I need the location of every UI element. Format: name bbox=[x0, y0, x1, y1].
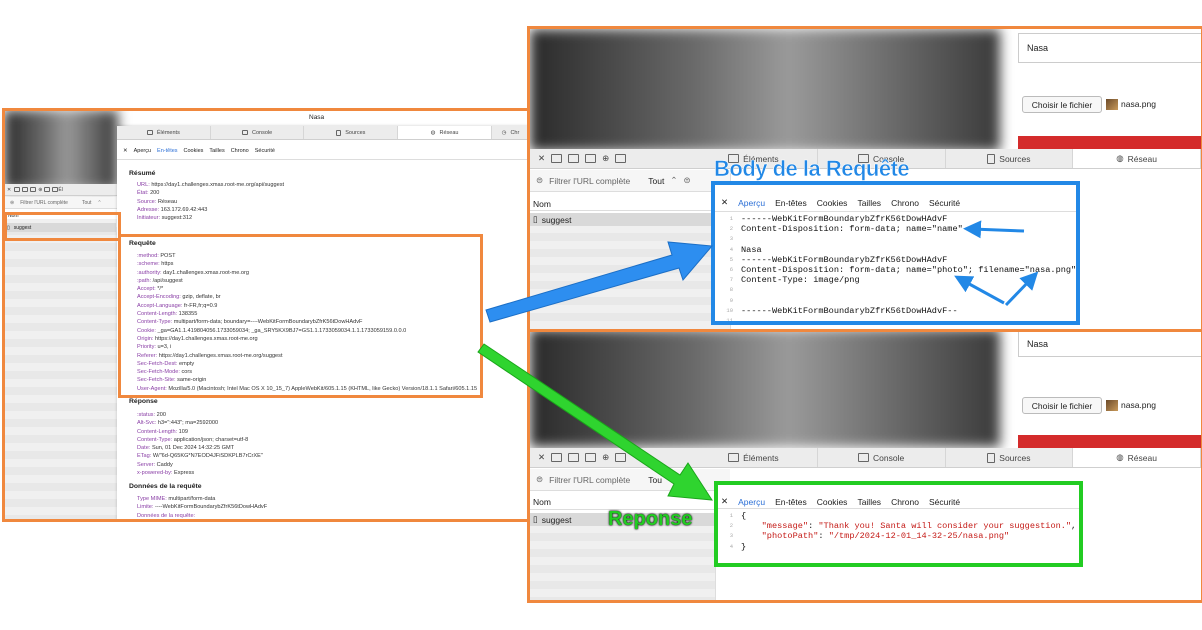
body-annotation-label: Body de la Requête bbox=[714, 156, 910, 182]
body-highlight-box bbox=[711, 181, 1080, 325]
response-highlight-box bbox=[714, 481, 1083, 567]
highlight-request-headers bbox=[118, 234, 483, 398]
response-annotation-label: Reponse bbox=[608, 508, 693, 530]
highlight-request-row bbox=[4, 212, 121, 241]
